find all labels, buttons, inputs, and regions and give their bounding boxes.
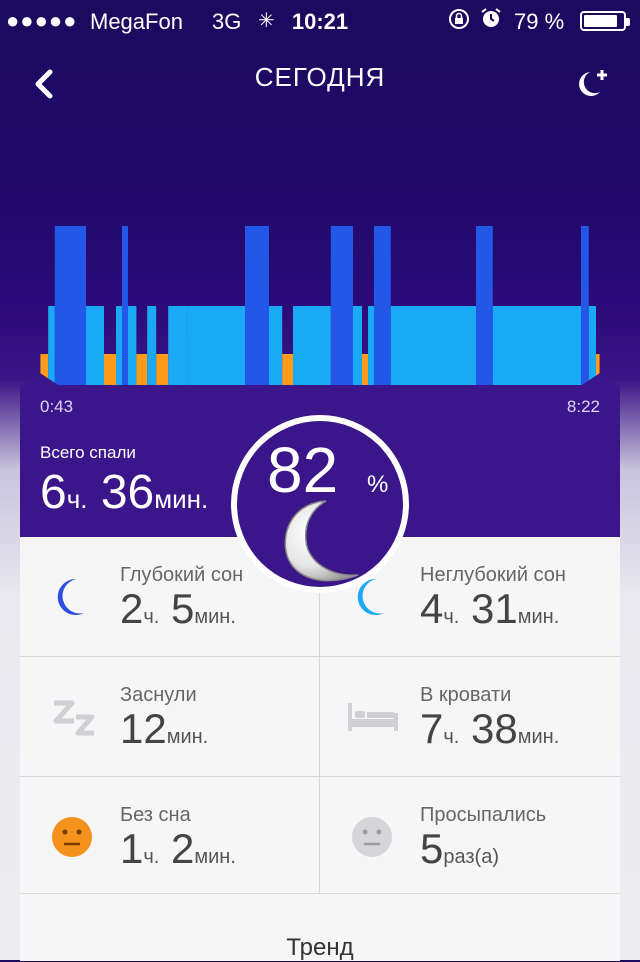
- sleep-segment-deep: [122, 226, 128, 385]
- sleep-segment-light: [147, 306, 157, 385]
- stat-value: 5раз(а): [420, 825, 499, 872]
- sleep-score-value: 82: [267, 434, 339, 506]
- sleep-segment-deep: [581, 226, 589, 385]
- status-bar: ●●●●● MegaFon 3G ✳ 10:21 79 %: [0, 0, 640, 40]
- sleep-segment-light: [116, 306, 122, 385]
- sleep-segment-light: [86, 306, 104, 385]
- trend-button[interactable]: Тренд: [20, 893, 620, 961]
- stat-value: 4ч. 31мин.: [420, 585, 560, 632]
- battery-icon: [580, 11, 630, 31]
- woke-up-face-icon: [350, 815, 394, 859]
- sleep-segment-awake: [136, 354, 148, 385]
- sleep-segment-awake: [156, 354, 169, 385]
- stat-value: 2ч. 5мин.: [120, 585, 236, 632]
- stat-in-bed: В кровати 7ч. 38мин.: [320, 657, 619, 776]
- stat-value: 1ч. 2мин.: [120, 825, 236, 872]
- sleep-segment-deep: [54, 226, 86, 385]
- trend-label: Тренд: [286, 934, 354, 961]
- crescent-moon-icon: [284, 500, 359, 582]
- stat-label: В кровати: [420, 684, 512, 706]
- stat-value: 12мин.: [120, 705, 209, 752]
- sleep-segment-light: [187, 306, 245, 385]
- zz-icon: [50, 695, 95, 739]
- chart-end-time: 8:22: [566, 397, 600, 416]
- rotation-lock-icon: [448, 8, 470, 36]
- stat-label: Просыпались: [420, 804, 547, 826]
- sleep-segment-light: [293, 306, 331, 385]
- sleep-score-unit: %: [367, 471, 389, 498]
- moon-plus-icon: [579, 70, 607, 96]
- stat-label: Заснули: [120, 684, 197, 706]
- sleep-segment-deep: [476, 226, 493, 385]
- stat-value: 7ч. 38мин.: [420, 705, 560, 752]
- sleep-segment-deep: [330, 226, 353, 385]
- bed-icon: [346, 695, 400, 739]
- sleep-segment-light: [269, 306, 283, 385]
- chart-start-time: 0:43: [40, 397, 74, 416]
- stat-label: Неглубокий сон: [420, 564, 566, 586]
- stat-woke-up: Просыпались 5раз(а): [320, 777, 619, 896]
- stat-label: Без сна: [120, 804, 191, 826]
- add-sleep-button[interactable]: [566, 62, 614, 106]
- total-sleep-value: 6ч. 36мин.: [40, 466, 209, 519]
- sleep-segment-awake: [104, 354, 116, 385]
- alarm-icon: [480, 7, 502, 35]
- sleep-segment-deep: [245, 226, 269, 385]
- stat-label: Глубокий сон: [120, 564, 244, 586]
- total-sleep-label: Всего спали: [40, 443, 136, 462]
- page-title: СЕГОДНЯ: [254, 62, 386, 92]
- sleep-stats-grid: Глубокий сон 2ч. 5мин. Неглубокий сон 4ч…: [20, 537, 620, 961]
- battery-percent: 79 %: [514, 9, 565, 34]
- sleep-chart: [20, 220, 620, 385]
- sleep-segment-light: [368, 306, 374, 385]
- sleep-segment-light: [128, 306, 137, 385]
- sleep-segment-deep: [374, 226, 391, 385]
- sleep-segment-light: [353, 306, 362, 385]
- deep-sleep-moon-icon: [50, 575, 94, 619]
- awake-face-icon: [50, 815, 94, 859]
- sleep-segment-awake: [362, 354, 368, 385]
- sleep-segment-awake: [282, 354, 293, 385]
- sleep-segment-light: [492, 306, 581, 385]
- stat-fell-asleep: Заснули 12мин.: [20, 657, 319, 776]
- sleep-segment-light: [390, 306, 476, 385]
- sleep-segment-light: [168, 306, 188, 385]
- sleep-segment-light: [588, 306, 596, 385]
- sleep-segment-light: [48, 306, 55, 385]
- stat-awake: Без сна 1ч. 2мин.: [20, 777, 319, 896]
